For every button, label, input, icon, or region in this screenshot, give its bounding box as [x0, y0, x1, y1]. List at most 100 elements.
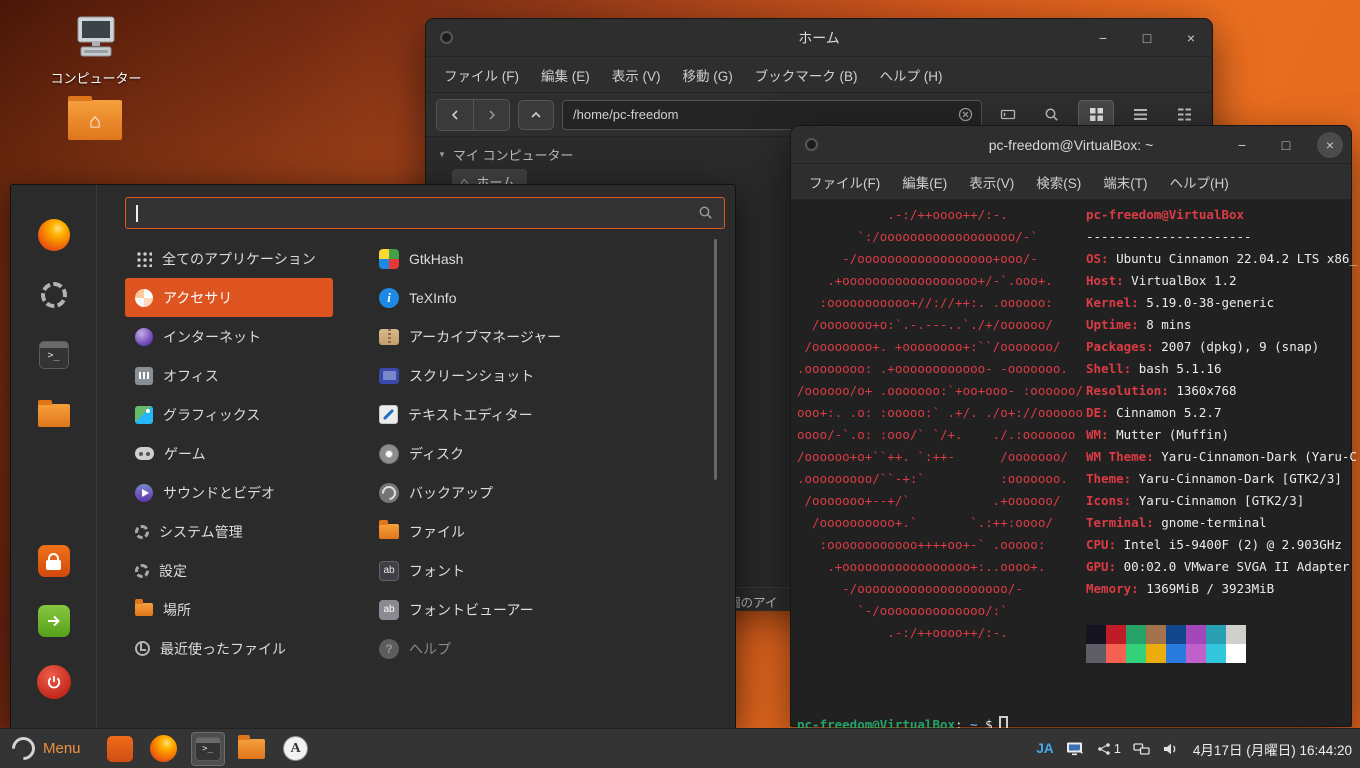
close-button[interactable]: ×: [1178, 25, 1204, 51]
network-computers-icon[interactable]: [1133, 742, 1150, 756]
window-menu-dot-icon[interactable]: [805, 138, 818, 151]
category-sound-video[interactable]: サウンドとビデオ: [125, 473, 333, 512]
category-office[interactable]: オフィス: [125, 356, 333, 395]
category-system-admin[interactable]: システム管理: [125, 512, 333, 551]
category-settings[interactable]: 設定: [125, 551, 333, 590]
launcher-firefox[interactable]: [147, 732, 181, 766]
terminal-screen[interactable]: .-:/++oooo++/:-. `:/oooooooooooooooooo/-…: [791, 200, 1351, 726]
lock-screen-button[interactable]: [38, 545, 70, 577]
forward-button[interactable]: [473, 100, 509, 130]
menu-scrollbar[interactable]: [714, 239, 717, 480]
clear-location-icon[interactable]: [958, 107, 973, 122]
category-places[interactable]: 場所: [125, 590, 333, 629]
text-caret: [136, 205, 138, 222]
menu-view[interactable]: 表示 (V): [602, 60, 671, 90]
home-folder-icon: ⌂: [68, 100, 122, 140]
category-all-applications[interactable]: 全てのアプリケーション: [125, 239, 333, 278]
window-menu-dot-icon[interactable]: [440, 31, 453, 44]
terminal-window: pc-freedom@VirtualBox: ~ − □ × ファイル(F) 編…: [790, 125, 1352, 727]
panel-launchers: >_ A: [103, 732, 313, 766]
up-button[interactable]: [518, 100, 554, 130]
launcher-software[interactable]: [103, 732, 137, 766]
neofetch-separator: ----------------------: [1086, 226, 1357, 248]
category-recent-files[interactable]: 最近使ったファイル: [125, 629, 333, 668]
menu-help[interactable]: ヘルプ (H): [870, 60, 953, 90]
menu-file[interactable]: ファイル (F): [434, 60, 529, 90]
app-fonts[interactable]: abフォント: [369, 551, 725, 590]
input-method-indicator[interactable]: JA: [1036, 741, 1053, 756]
app-screenshot[interactable]: スクリーンショット: [369, 356, 725, 395]
recent-files-clock-icon: [135, 641, 150, 656]
graphics-icon: [135, 406, 153, 424]
neofetch-color-palette: [1086, 625, 1246, 663]
launcher-application-a[interactable]: A: [279, 732, 313, 766]
software-icon: [107, 736, 133, 762]
terminal-titlebar[interactable]: pc-freedom@VirtualBox: ~ − □ ×: [791, 126, 1351, 164]
connections-indicator[interactable]: 1: [1097, 741, 1121, 756]
terminal-icon: >_: [39, 341, 69, 369]
favorite-firefox[interactable]: [38, 219, 70, 251]
category-games[interactable]: ゲーム: [125, 434, 333, 473]
folder-icon: [38, 404, 70, 427]
menu-edit[interactable]: 編集(E): [892, 167, 957, 197]
close-button[interactable]: ×: [1317, 132, 1343, 158]
disclosure-triangle-icon[interactable]: ▼: [438, 150, 446, 159]
display-input-icon[interactable]: [1066, 741, 1085, 757]
search-icon: [698, 205, 714, 221]
category-accessories[interactable]: アクセサリ: [125, 278, 333, 317]
menu-edit[interactable]: 編集 (E): [531, 60, 600, 90]
menu-help[interactable]: ヘルプ(H): [1160, 167, 1239, 197]
shutdown-button[interactable]: [37, 665, 71, 699]
launcher-files[interactable]: [235, 732, 269, 766]
clock[interactable]: 4月17日 (月曜日) 16:44:20: [1193, 739, 1352, 759]
menu-search[interactable]: 検索(S): [1026, 167, 1091, 197]
file-manager-menubar: ファイル (F) 編集 (E) 表示 (V) 移動 (G) ブックマーク (B)…: [426, 57, 1212, 93]
back-button[interactable]: [437, 100, 473, 130]
maximize-button[interactable]: □: [1273, 132, 1299, 158]
file-manager-titlebar[interactable]: ホーム − □ ×: [426, 19, 1212, 57]
app-texinfo[interactable]: iTeXInfo: [369, 278, 725, 317]
logout-button[interactable]: [38, 605, 70, 637]
house-icon: ⌂: [89, 111, 101, 134]
app-archive-manager[interactable]: アーカイブマネージャー: [369, 317, 725, 356]
text-editor-icon: [379, 405, 398, 424]
app-gtkhash[interactable]: GtkHash: [369, 239, 725, 278]
sidebar-section-my-computer[interactable]: ▼ マイ コンピューター: [438, 145, 574, 164]
favorite-files[interactable]: [38, 399, 70, 431]
maximize-button[interactable]: □: [1134, 25, 1160, 51]
application-list: GtkHash iTeXInfo アーカイブマネージャー スクリーンショット テ…: [369, 239, 725, 668]
app-text-editor[interactable]: テキストエディター: [369, 395, 725, 434]
app-backup[interactable]: バックアップ: [369, 473, 725, 512]
menu-search-box[interactable]: [125, 197, 725, 229]
minimize-button[interactable]: −: [1090, 25, 1116, 51]
menu-favorites-column: >_: [11, 185, 97, 729]
edit-location-icon: [1000, 107, 1016, 122]
menu-go[interactable]: 移動 (G): [673, 60, 743, 90]
menu-terminal[interactable]: 端末(T): [1093, 167, 1157, 197]
menu-search-input[interactable]: [140, 205, 699, 221]
favorite-terminal[interactable]: >_: [38, 339, 70, 371]
font-viewer-icon: ab: [379, 600, 399, 620]
desktop-icon-computer[interactable]: コンピューター: [48, 14, 144, 87]
connections-count: 1: [1114, 741, 1121, 756]
category-internet[interactable]: インターネット: [125, 317, 333, 356]
desktop-icon-home-folder[interactable]: ⌂: [47, 100, 143, 140]
terminal-menubar: ファイル(F) 編集(E) 表示(V) 検索(S) 端末(T) ヘルプ(H): [791, 164, 1351, 200]
category-graphics[interactable]: グラフィックス: [125, 395, 333, 434]
volume-icon[interactable]: [1162, 741, 1179, 757]
compact-view-icon: [1177, 107, 1192, 122]
app-help[interactable]: ?ヘルプ: [369, 629, 725, 668]
menu-bookmarks[interactable]: ブックマーク (B): [745, 60, 868, 90]
session-buttons: [37, 545, 71, 729]
menu-file[interactable]: ファイル(F): [799, 167, 890, 197]
app-disks[interactable]: ディスク: [369, 434, 725, 473]
minimize-button[interactable]: −: [1229, 132, 1255, 158]
app-font-viewer[interactable]: abフォントビューアー: [369, 590, 725, 629]
screenshot-icon: [379, 368, 399, 384]
menu-button[interactable]: Menu: [8, 735, 89, 762]
taskbar-terminal-active[interactable]: >_: [191, 732, 225, 766]
sound-video-icon: [135, 484, 153, 502]
menu-view[interactable]: 表示(V): [959, 167, 1024, 197]
app-files[interactable]: ファイル: [369, 512, 725, 551]
favorite-settings[interactable]: [38, 279, 70, 311]
